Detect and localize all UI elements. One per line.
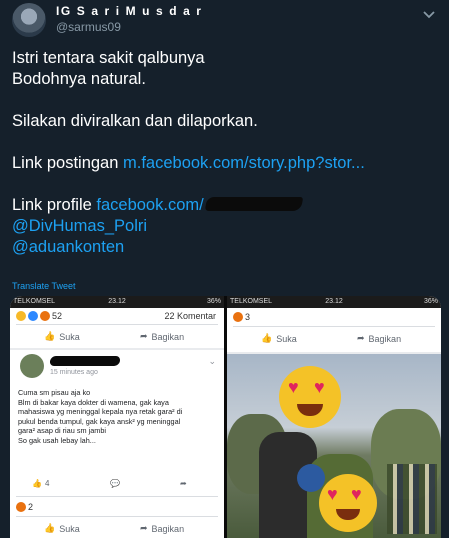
comment-time: 15 minutes ago xyxy=(50,369,98,376)
angry-reaction-icon xyxy=(233,312,243,322)
post-footer: 52 22 Komentar 👍 Suka ➦ Bagikan xyxy=(10,308,224,348)
thumbs-up-icon: 👍 xyxy=(261,333,273,343)
share-icon: ➦ xyxy=(180,479,187,488)
comment-like-count: 4 xyxy=(44,479,50,488)
status-bar: TELKOMSEL 23.12 36% xyxy=(227,296,441,308)
tweet-line: Istri tentara sakit qalbunya xyxy=(12,49,205,67)
second-reaction-summary[interactable]: 2 xyxy=(16,502,33,512)
reaction-count: 2 xyxy=(28,502,34,512)
speech-bubble-icon: 💬 xyxy=(110,479,120,488)
reaction-summary[interactable]: 3 xyxy=(233,312,250,322)
like-button[interactable]: 👍 Suka xyxy=(261,333,297,344)
comment-text: Cuma sm pisau aja ko Blm di bakar kaya d… xyxy=(18,388,183,445)
reaction-count: 52 xyxy=(52,311,63,321)
like-button[interactable]: 👍 Suka xyxy=(44,331,80,342)
profile-link-line: Link profile facebook.com/ xyxy=(12,195,442,216)
post-footer: 3 👍 Suka ➦ Bagikan xyxy=(227,308,441,352)
redacted-commenter-name xyxy=(49,356,121,366)
facebook-screenshot-right[interactable]: TELKOMSEL 23.12 36% 3 👍 Suka ➦ Bagikan ♥… xyxy=(227,296,441,538)
thumbs-up-icon: 👍 xyxy=(44,523,56,533)
like-button[interactable]: 👍 Suka xyxy=(44,523,80,534)
post-photo[interactable]: ♥ ♥ ♥ ♥ xyxy=(227,354,441,538)
mention-divhumas[interactable]: @DivHumas_Polri xyxy=(12,216,442,237)
redaction-scribble xyxy=(204,197,303,211)
angry-reaction-icon xyxy=(40,311,50,321)
status-bar: TELKOMSEL 23.12 36% xyxy=(10,296,224,308)
tweet-text: Istri tentara sakit qalbunya Bodohnya na… xyxy=(12,48,442,258)
post-link-line: Link postingan m.facebook.com/story.php?… xyxy=(12,153,442,174)
facebook-screenshot-left[interactable]: TELKOMSEL 23.12 36% 52 22 Komentar 👍 Suk… xyxy=(10,296,224,538)
share-button[interactable]: ➦ Bagikan xyxy=(357,333,401,344)
tweet-line xyxy=(12,90,442,111)
comment-count[interactable]: 22 Komentar xyxy=(164,311,216,321)
reaction-count: 3 xyxy=(245,312,251,322)
author-handle[interactable]: @sarmus09 xyxy=(56,20,121,34)
share-button[interactable]: ➦ Bagikan xyxy=(140,523,184,534)
tweet-line xyxy=(12,132,442,153)
tweet-media[interactable]: TELKOMSEL 23.12 36% 52 22 Komentar 👍 Suk… xyxy=(10,296,441,538)
laugh-reaction-icon xyxy=(16,311,26,321)
clock-text: 23.12 xyxy=(325,298,343,305)
share-icon: ➦ xyxy=(357,333,365,343)
profile-link-label: Link profile xyxy=(12,196,97,214)
thumbs-up-icon: 👍 xyxy=(44,331,56,341)
post-link[interactable]: m.facebook.com/story.php?stor... xyxy=(123,154,365,172)
author-avatar[interactable] xyxy=(12,3,46,37)
reaction-summary[interactable]: 52 xyxy=(16,311,62,321)
tweet-line: Silakan diviralkan dan dilaporkan. xyxy=(12,112,258,130)
comment-like-button[interactable]: 👍 4 xyxy=(32,479,49,488)
mention-aduankonten[interactable]: @aduankonten xyxy=(12,237,442,258)
thumbs-up-icon: 👍 xyxy=(32,479,42,488)
profile-link[interactable]: facebook.com/ xyxy=(96,196,203,214)
heart-eyes-emoji-icon: ♥ ♥ xyxy=(319,474,377,532)
post-link-label: Link postingan xyxy=(12,154,123,172)
share-button[interactable]: ➦ Bagikan xyxy=(140,331,184,342)
background-crowd xyxy=(387,464,437,534)
battery-text: 36% xyxy=(423,298,438,305)
battery-text: 36% xyxy=(206,298,221,305)
comment-share-button[interactable]: ➦ xyxy=(180,479,187,488)
chevron-down-icon[interactable]: ⌄ xyxy=(208,356,216,367)
clock-text: 23.12 xyxy=(108,298,126,305)
flower-bouquet xyxy=(297,464,325,492)
share-icon: ➦ xyxy=(140,523,148,533)
comment-reply-button[interactable]: 💬 xyxy=(110,479,120,488)
translate-tweet-link[interactable]: Translate Tweet xyxy=(12,281,76,291)
heart-eyes-emoji-icon: ♥ ♥ xyxy=(279,366,341,428)
like-reaction-icon xyxy=(28,311,38,321)
angry-reaction-icon xyxy=(16,502,26,512)
commenter-avatar[interactable] xyxy=(20,354,44,378)
tweet-header: IG S a r i M u s d a r @sarmus09 xyxy=(0,0,449,40)
author-name[interactable]: IG S a r i M u s d a r xyxy=(56,4,203,18)
share-icon: ➦ xyxy=(140,331,148,341)
tweet-line: Bodohnya natural. xyxy=(12,70,146,88)
chevron-down-icon[interactable] xyxy=(421,6,437,22)
